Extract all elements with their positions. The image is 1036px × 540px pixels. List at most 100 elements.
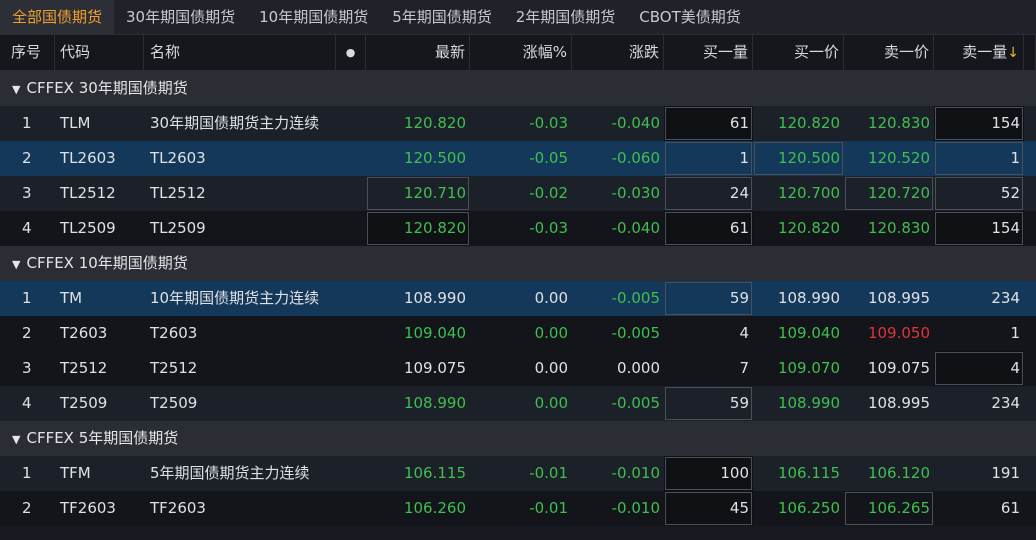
- group-title: CFFEX 30年期国债期货: [26, 79, 188, 97]
- row-bid-qty: 61: [664, 211, 753, 246]
- row-name: 10年期国债期货主力连续: [150, 289, 320, 307]
- row-code: T2509: [60, 394, 108, 412]
- row-code: TL2603: [60, 149, 116, 167]
- row-dot: [336, 106, 366, 141]
- header-ask-qty[interactable]: 卖一量↓: [934, 35, 1024, 70]
- row-last-price: 120.710: [366, 176, 470, 211]
- row-index: 4: [22, 219, 32, 237]
- row-dot: [336, 386, 366, 421]
- tab-bar: 全部国债期货 30年期国债期货 10年期国债期货 5年期国债期货 2年期国债期货…: [0, 0, 1036, 35]
- row-extra: [1024, 106, 1036, 141]
- row-code: T2603: [60, 324, 108, 342]
- group-title: CFFEX 5年期国债期货: [26, 429, 179, 447]
- group-header[interactable]: ▼ CFFEX 10年期国债期货: [0, 246, 1036, 281]
- row-ask-qty: 234: [991, 289, 1020, 307]
- row-last-price: 120.820: [366, 211, 470, 246]
- table-row[interactable]: 2 TL2603 TL2603 120.500 -0.05 -0.060 1 120.500 1…: [0, 141, 1036, 176]
- row-ask-price: 120.830: [867, 114, 930, 132]
- header-ask-price[interactable]: 卖一价: [844, 35, 934, 70]
- header-index[interactable]: 序号: [0, 35, 55, 70]
- row-bid-price: 109.070: [777, 359, 840, 377]
- row-change-percent: 0.00: [534, 324, 568, 342]
- row-index: 1: [22, 114, 32, 132]
- group-header[interactable]: ▼ CFFEX 30年期国债期货: [0, 71, 1036, 106]
- header-change-percent[interactable]: 涨幅%: [470, 35, 572, 70]
- row-ask-price: 106.265: [844, 491, 934, 526]
- row-last-price: 108.990: [403, 394, 466, 412]
- table-row[interactable]: 4 TL2509 TL2509 120.820 -0.03 -0.040 61 120.820…: [0, 211, 1036, 246]
- header-extra: [1024, 35, 1036, 70]
- row-bid-price: 120.700: [777, 184, 840, 202]
- tab-5y-bond-futures[interactable]: 5年期国债期货: [380, 0, 504, 34]
- header-last-price[interactable]: 最新: [366, 35, 470, 70]
- table-row[interactable]: 2 T2603 T2603 109.040 0.00 -0.005 4 109.040 109.…: [0, 316, 1036, 351]
- row-name: T2509: [150, 394, 198, 412]
- row-code: T2512: [60, 359, 108, 377]
- row-last-price: 109.075: [403, 359, 466, 377]
- quote-table-body: ▼ CFFEX 30年期国债期货 1 TLM 30年期国债期货主力连续 120.820 -0…: [0, 71, 1036, 526]
- table-row[interactable]: 1 TM 10年期国债期货主力连续 108.990 0.00 -0.005 59 108.99…: [0, 281, 1036, 316]
- row-dot: [336, 491, 366, 526]
- header-name[interactable]: 名称: [144, 35, 336, 70]
- row-code: TF2603: [60, 499, 116, 517]
- collapse-triangle-icon[interactable]: ▼: [12, 258, 20, 271]
- row-bid-qty: 59: [664, 281, 753, 316]
- row-code: TL2509: [60, 219, 116, 237]
- row-ask-price: 106.120: [867, 464, 930, 482]
- row-code: TL2512: [60, 184, 116, 202]
- row-ask-price: 120.830: [867, 219, 930, 237]
- header-code[interactable]: 代码: [55, 35, 144, 70]
- row-code: TM: [60, 289, 83, 307]
- row-extra: [1024, 176, 1036, 211]
- row-bid-price: 109.040: [777, 324, 840, 342]
- tab-10y-bond-futures[interactable]: 10年期国债期货: [247, 0, 380, 34]
- header-dot-icon[interactable]: ●: [336, 35, 366, 70]
- row-ask-price: 108.995: [867, 289, 930, 307]
- table-row[interactable]: 3 T2512 T2512 109.075 0.00 0.000 7 109.070 109.0…: [0, 351, 1036, 386]
- row-name: TL2512: [150, 184, 206, 202]
- row-dot: [336, 211, 366, 246]
- tab-cbot-treasury-futures[interactable]: CBOT美债期货: [627, 0, 752, 34]
- row-change: 0.000: [617, 359, 660, 377]
- row-extra: [1024, 141, 1036, 176]
- row-index: 2: [22, 324, 32, 342]
- row-last-price: 108.990: [403, 289, 466, 307]
- row-ask-qty: 4: [934, 351, 1024, 386]
- row-bid-qty: 24: [664, 176, 753, 211]
- row-bid-price: 108.990: [777, 289, 840, 307]
- row-index: 1: [22, 464, 32, 482]
- row-index: 3: [22, 359, 32, 377]
- collapse-triangle-icon[interactable]: ▼: [12, 83, 20, 96]
- row-change: -0.030: [611, 184, 660, 202]
- header-bid-price[interactable]: 买一价: [753, 35, 844, 70]
- row-extra: [1024, 456, 1036, 491]
- row-ask-price: 109.075: [867, 359, 930, 377]
- table-row[interactable]: 3 TL2512 TL2512 120.710 -0.02 -0.030 24 120.700…: [0, 176, 1036, 211]
- tab-30y-bond-futures[interactable]: 30年期国债期货: [114, 0, 247, 34]
- row-dot: [336, 176, 366, 211]
- row-name: T2603: [150, 324, 198, 342]
- table-row[interactable]: 1 TFM 5年期国债期货主力连续 106.115 -0.01 -0.010 100 106.…: [0, 456, 1036, 491]
- row-ask-price: 108.995: [867, 394, 930, 412]
- row-change: -0.060: [611, 149, 660, 167]
- row-bid-qty: 100: [664, 456, 753, 491]
- tab-2y-bond-futures[interactable]: 2年期国债期货: [504, 0, 628, 34]
- table-row[interactable]: 1 TLM 30年期国债期货主力连续 120.820 -0.03 -0.040 61 120.…: [0, 106, 1036, 141]
- table-row[interactable]: 2 TF2603 TF2603 106.260 -0.01 -0.010 45 106.250…: [0, 491, 1036, 526]
- row-ask-price: 120.720: [844, 176, 934, 211]
- row-name: TL2509: [150, 219, 206, 237]
- table-row[interactable]: 4 T2509 T2509 108.990 0.00 -0.005 59 108.990 108…: [0, 386, 1036, 421]
- header-bid-qty[interactable]: 买一量: [664, 35, 753, 70]
- row-bid-qty: 4: [739, 324, 749, 342]
- group-header[interactable]: ▼ CFFEX 5年期国债期货: [0, 421, 1036, 456]
- row-change-percent: -0.01: [529, 464, 568, 482]
- header-change[interactable]: 涨跌: [572, 35, 664, 70]
- table-header: 序号 代码 名称 ● 最新 涨幅% 涨跌 买一量 买一价 卖一价 卖一量↓: [0, 35, 1036, 71]
- tab-all-bond-futures[interactable]: 全部国债期货: [0, 0, 115, 34]
- row-change: -0.010: [611, 499, 660, 517]
- collapse-triangle-icon[interactable]: ▼: [12, 433, 20, 446]
- row-bid-price: 120.500: [753, 141, 844, 176]
- row-index: 4: [22, 394, 32, 412]
- row-bid-price: 108.990: [777, 394, 840, 412]
- row-last-price: 120.500: [403, 149, 466, 167]
